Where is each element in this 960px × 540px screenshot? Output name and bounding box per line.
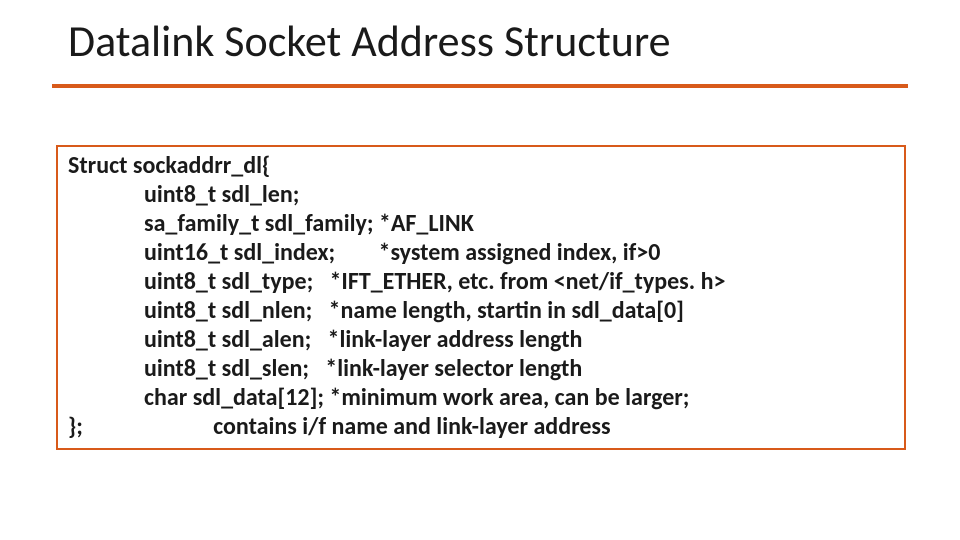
code-close: }; bbox=[68, 412, 83, 441]
code-line-0: uint8_t sdl_len; bbox=[68, 180, 894, 209]
code-line-5: uint8_t sdl_alen; *link-layer address le… bbox=[68, 325, 894, 354]
code-continuation: contains i/f name and link-layer address bbox=[213, 412, 610, 441]
slide: Datalink Socket Address Structure Struct… bbox=[0, 0, 960, 540]
code-last-row: }; contains i/f name and link-layer addr… bbox=[68, 412, 894, 441]
code-box: Struct sockaddrr_dl{ uint8_t sdl_len; sa… bbox=[56, 145, 906, 450]
code-line-2: uint16_t sdl_index; *system assigned ind… bbox=[68, 238, 894, 267]
code-open: Struct sockaddrr_dl{ bbox=[68, 151, 894, 180]
code-line-7: char sdl_data[12]; *minimum work area, c… bbox=[68, 383, 894, 412]
title-box: Datalink Socket Address Structure bbox=[52, 0, 908, 88]
code-line-1: sa_family_t sdl_family; *AF_LINK bbox=[68, 209, 894, 238]
code-line-6: uint8_t sdl_slen; *link-layer selector l… bbox=[68, 354, 894, 383]
code-line-4: uint8_t sdl_nlen; *name length, startin … bbox=[68, 296, 894, 325]
code-line-3: uint8_t sdl_type; *IFT_ETHER, etc. from … bbox=[68, 267, 894, 296]
page-title: Datalink Socket Address Structure bbox=[68, 14, 892, 68]
